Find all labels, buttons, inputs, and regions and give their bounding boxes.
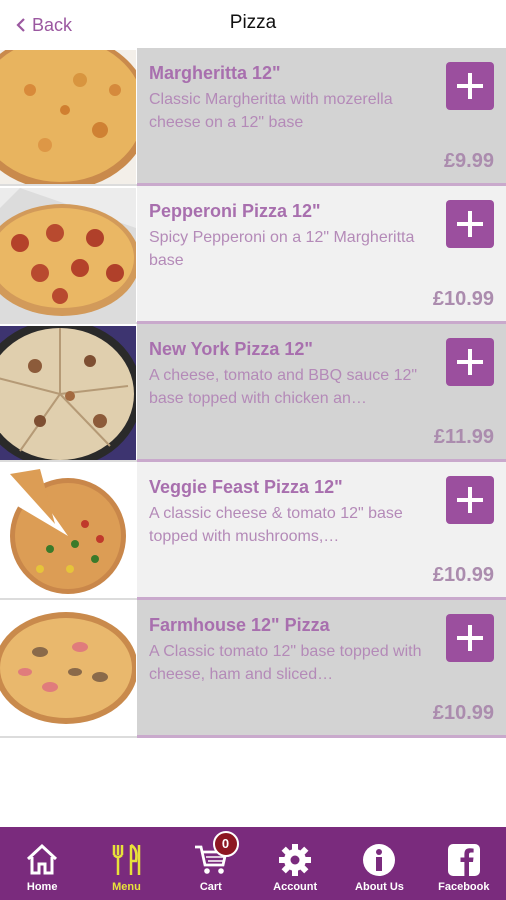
add-to-cart-button[interactable] xyxy=(446,200,494,248)
pizza-image xyxy=(0,50,136,184)
tab-label: Home xyxy=(26,881,58,893)
gear-icon xyxy=(279,844,312,876)
add-to-cart-button[interactable] xyxy=(446,338,494,386)
tab-home[interactable]: Home xyxy=(0,827,84,900)
item-description: A cheese, tomato and BBQ sauce 12" base … xyxy=(149,367,418,407)
home-icon xyxy=(27,843,58,875)
item-name: Pepperoni Pizza 12" xyxy=(149,201,321,221)
item-panel: Margheritta 12" Classic Margheritta with… xyxy=(137,48,506,186)
add-to-cart-button[interactable] xyxy=(446,62,494,110)
pizza-image xyxy=(0,188,136,322)
pizza-image xyxy=(0,602,136,736)
cart-count-badge: 0 xyxy=(212,831,239,857)
tab-label: Menu xyxy=(112,881,141,893)
tab-label: Facebook xyxy=(438,881,490,893)
pizza-image xyxy=(0,464,136,598)
tab-label: Cart xyxy=(199,881,222,893)
nav-bar: Back Pizza xyxy=(0,0,506,48)
item-panel: New York Pizza 12" A cheese, tomato and … xyxy=(137,324,506,462)
item-price: £10.99 xyxy=(432,564,494,586)
item-description: Classic Margheritta with mozerella chees… xyxy=(149,91,393,131)
item-description: A classic cheese & tomato 12" base toppe… xyxy=(149,505,403,545)
tab-cart[interactable]: 0 Cart xyxy=(169,827,253,900)
item-description: Spicy Pepperoni on a 12" Margheritta bas… xyxy=(149,229,415,269)
list-item[interactable]: Margheritta 12" Classic Margheritta with… xyxy=(0,48,506,186)
item-name: New York Pizza 12" xyxy=(149,339,313,359)
item-price: £9.99 xyxy=(443,150,494,172)
item-price: £10.99 xyxy=(432,288,494,310)
item-panel: Pepperoni Pizza 12" Spicy Pepperoni on a… xyxy=(137,186,506,324)
item-price: £11.99 xyxy=(433,426,494,448)
tab-label: About Us xyxy=(355,881,404,893)
add-to-cart-button[interactable] xyxy=(446,614,494,662)
tab-label: Account xyxy=(273,881,318,893)
page-title: Pizza xyxy=(229,12,277,33)
menu-item-list: Margheritta 12" Classic Margheritta with… xyxy=(0,48,506,738)
pizza-image xyxy=(0,326,136,460)
tab-about[interactable]: About Us xyxy=(337,827,421,900)
tab-facebook[interactable]: Facebook xyxy=(422,827,506,900)
item-name: Margheritta 12" xyxy=(149,63,281,83)
add-to-cart-button[interactable] xyxy=(446,476,494,524)
tab-bar: Home Menu 0 Cart Account About Us Facebo… xyxy=(0,827,506,900)
info-icon xyxy=(363,844,396,876)
item-name: Veggie Feast Pizza 12" xyxy=(149,477,343,497)
tab-account[interactable]: Account xyxy=(253,827,337,900)
fork-knife-icon xyxy=(113,843,141,875)
item-description: A Classic tomato 12" base topped with ch… xyxy=(149,643,422,683)
item-name: Farmhouse 12" Pizza xyxy=(149,615,330,635)
list-item[interactable]: Farmhouse 12" Pizza A Classic tomato 12"… xyxy=(0,600,506,738)
list-item[interactable]: New York Pizza 12" A cheese, tomato and … xyxy=(0,324,506,462)
item-panel: Veggie Feast Pizza 12" A classic cheese … xyxy=(137,462,506,600)
list-item[interactable]: Veggie Feast Pizza 12" A classic cheese … xyxy=(0,462,506,600)
item-price: £10.99 xyxy=(432,702,494,724)
tab-menu[interactable]: Menu xyxy=(84,827,168,900)
list-item[interactable]: Pepperoni Pizza 12" Spicy Pepperoni on a… xyxy=(0,186,506,324)
facebook-icon xyxy=(447,844,480,876)
item-panel: Farmhouse 12" Pizza A Classic tomato 12"… xyxy=(137,600,506,738)
